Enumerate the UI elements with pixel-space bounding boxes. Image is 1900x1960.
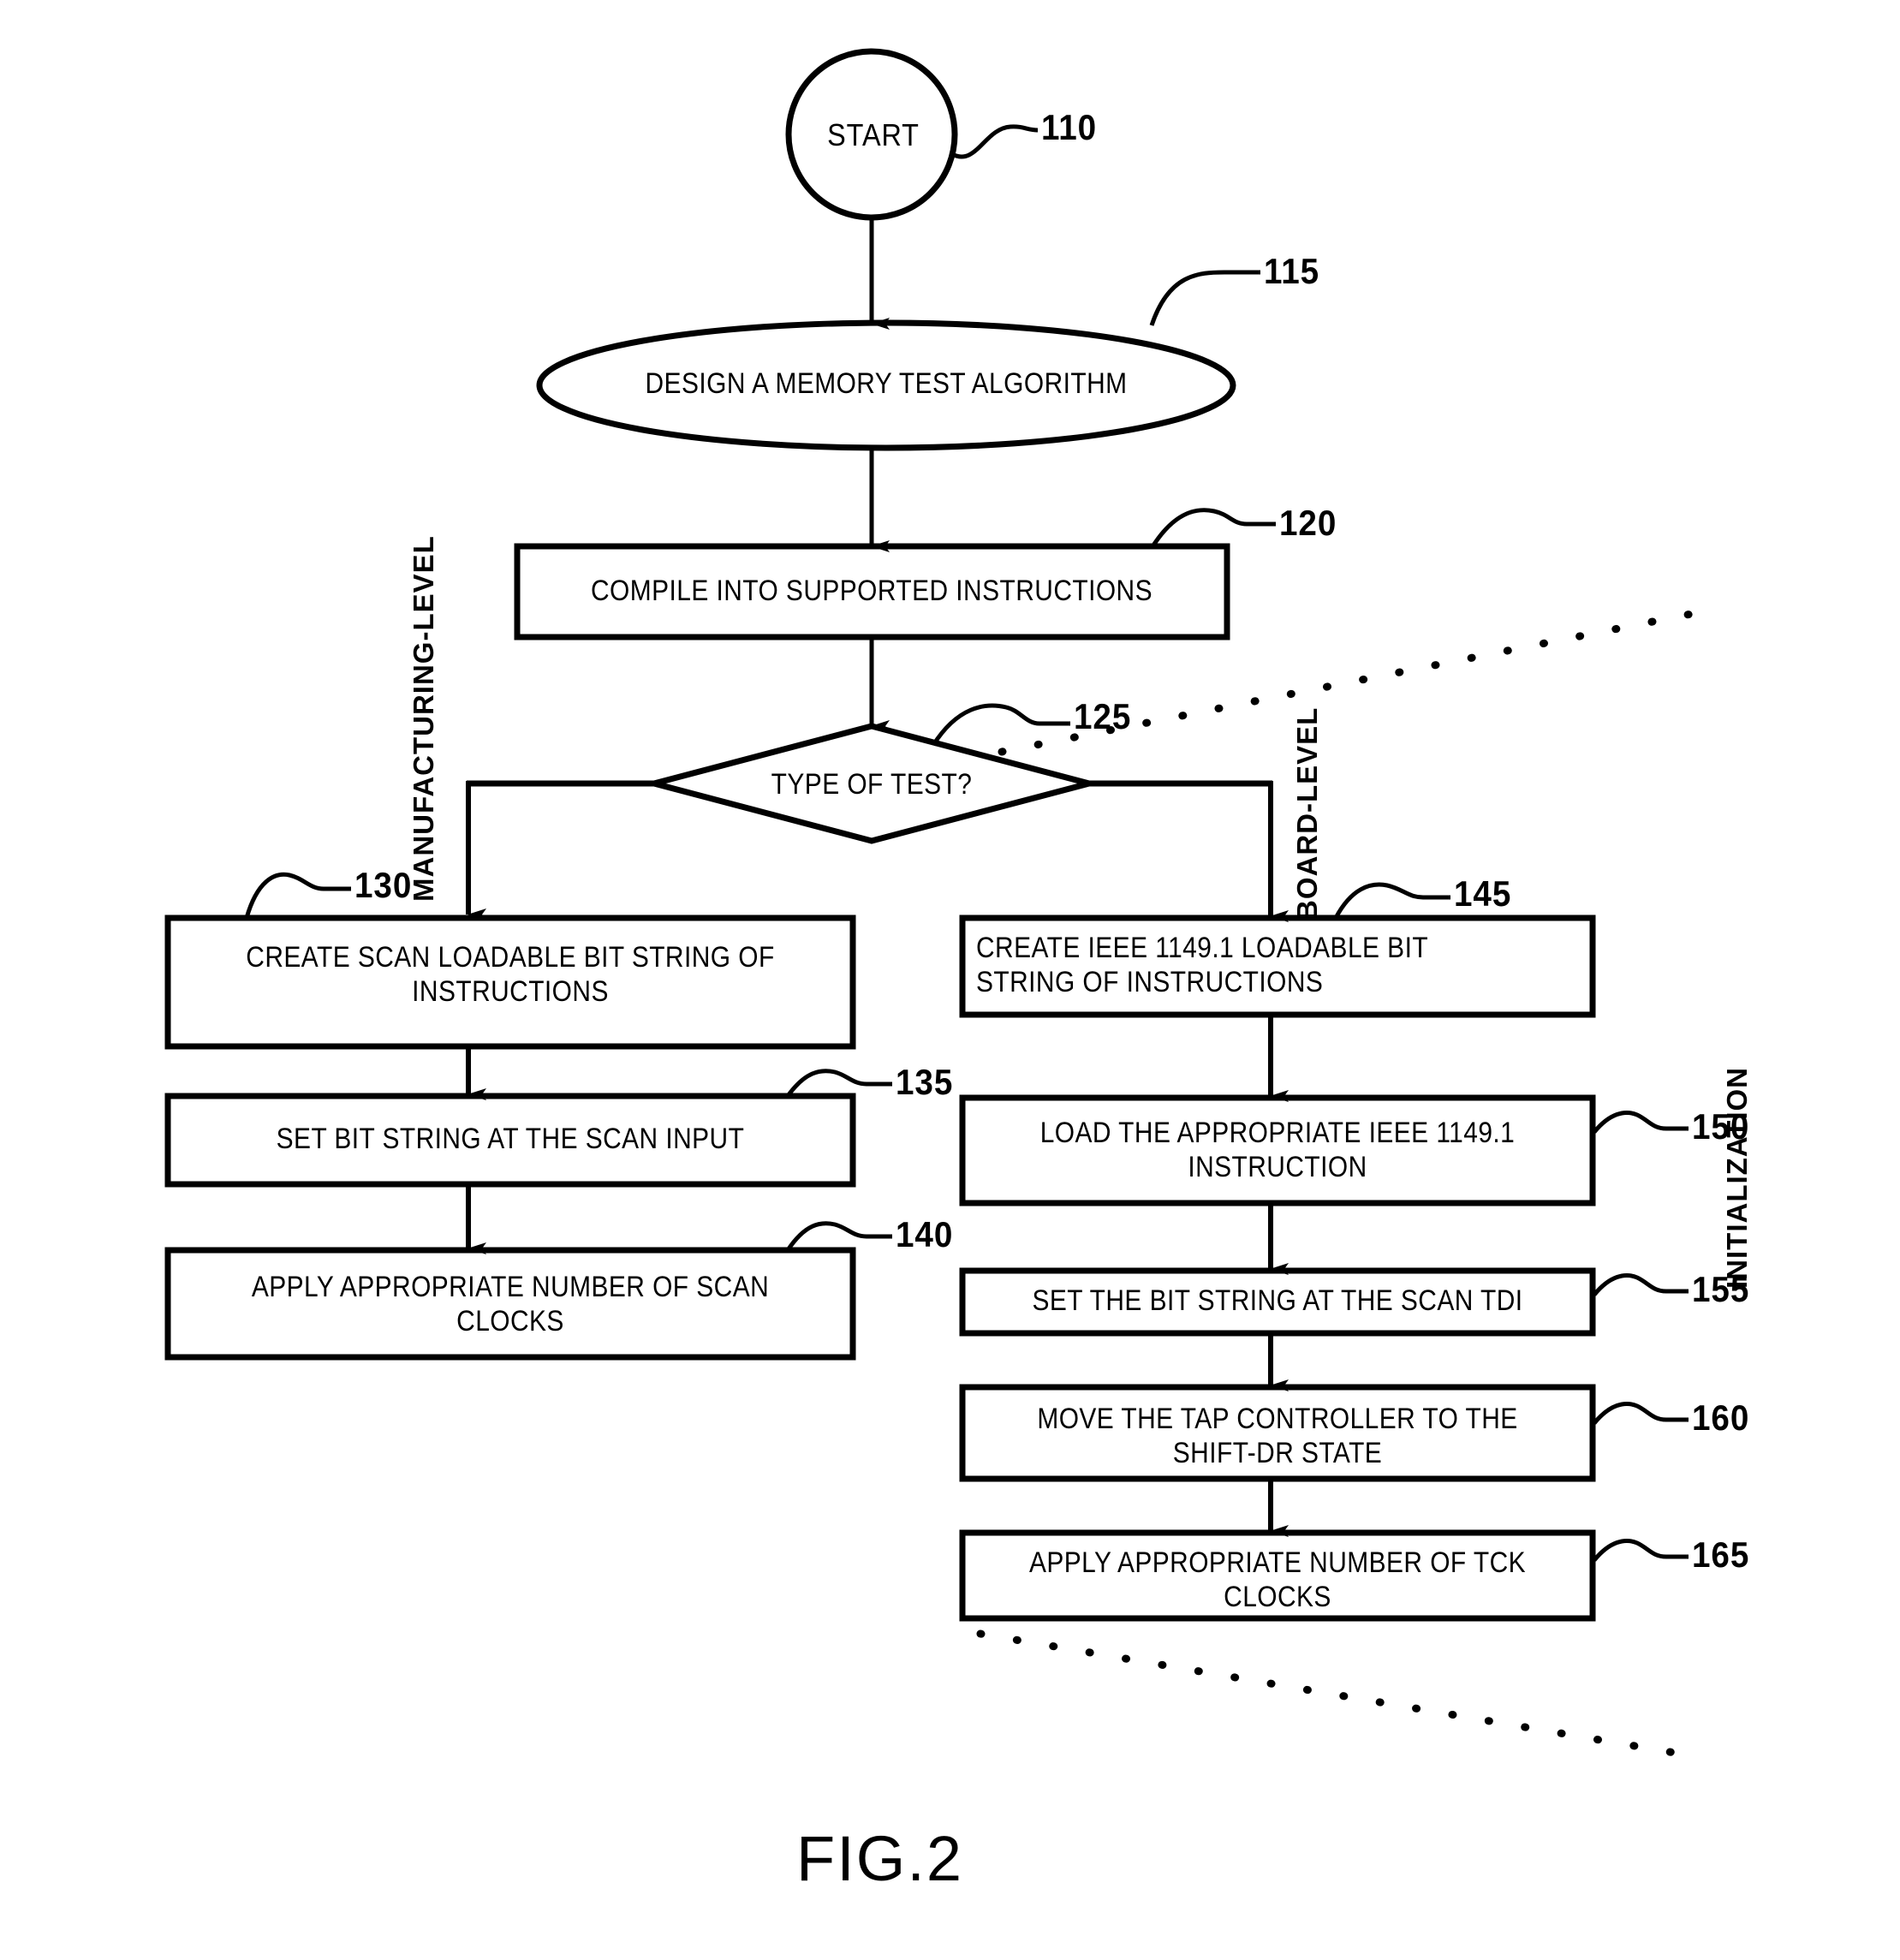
region-boundary-bottom	[976, 1629, 1704, 1761]
leader-135	[785, 1069, 892, 1098]
leader-115	[1149, 270, 1260, 326]
branch-label-board: BOARD-LEVEL	[1291, 706, 1323, 920]
leader-110	[950, 124, 1039, 159]
leader-140	[785, 1221, 892, 1252]
compile-node-shape	[514, 543, 1230, 640]
decision-node-shape	[642, 723, 1101, 844]
leader-120	[1149, 508, 1276, 550]
region-label-initialization: INITIALIZATION	[1721, 1066, 1753, 1289]
leader-130	[244, 872, 351, 919]
set-tdi-node-shape	[959, 1267, 1596, 1337]
leader-145	[1333, 882, 1450, 920]
ref-165: 165	[1692, 1534, 1750, 1575]
move-tap-node-shape	[959, 1384, 1596, 1482]
ref-160: 160	[1692, 1397, 1750, 1438]
leader-155	[1593, 1273, 1689, 1296]
ref-135: 135	[896, 1062, 954, 1102]
ref-130: 130	[354, 865, 413, 905]
load-ieee-node-shape	[959, 1094, 1596, 1206]
ref-145: 145	[1454, 873, 1512, 914]
ref-140: 140	[896, 1214, 954, 1254]
flowchart-shapes	[164, 48, 1725, 1761]
ref-115: 115	[1264, 251, 1320, 291]
leader-150	[1593, 1111, 1689, 1134]
apply-tck-clocks-node-shape	[959, 1529, 1596, 1622]
create-scan-node-shape	[164, 914, 856, 1050]
figure-caption: FIG.2	[796, 1823, 964, 1894]
branch-label-manufacturing: MANUFACTURING-LEVEL	[408, 535, 439, 902]
patent-figure: START 110 DESIGN A MEMORY TEST ALGORITHM…	[0, 0, 1900, 1960]
ref-120: 120	[1279, 503, 1337, 543]
create-ieee-node-shape	[959, 914, 1596, 1018]
leader-165	[1593, 1539, 1689, 1562]
start-node-label: START	[827, 117, 920, 152]
set-bit-scan-node-shape	[164, 1093, 856, 1188]
ref-125: 125	[1074, 696, 1132, 736]
ref-110: 110	[1041, 107, 1098, 147]
leader-160	[1593, 1402, 1689, 1425]
leader-125	[931, 703, 1070, 747]
design-node-shape	[536, 319, 1236, 451]
apply-scan-clocks-node-shape	[164, 1247, 856, 1361]
